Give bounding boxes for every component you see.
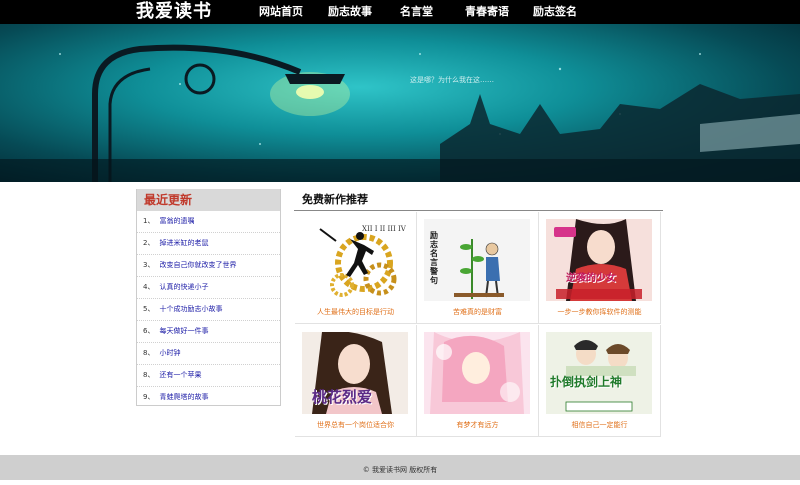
book-title[interactable]: 世界总有一个岗位适合你: [295, 420, 416, 430]
list-item[interactable]: 9、 青蛙爬塔的故事: [137, 387, 280, 408]
recent-updates-list: 1、 富翁的遗嘱 2、 掉进米缸的老鼠 3、 改变自己你就改变了世界 4、 认真的快递小…: [137, 211, 280, 408]
book-cover-image[interactable]: [424, 332, 530, 414]
item-number: 5、: [143, 305, 155, 313]
book-card[interactable]: 有梦才有远方: [417, 325, 539, 437]
book-title[interactable]: 一步一步教你挥软件的测能: [539, 307, 660, 317]
section-divider: [294, 210, 663, 211]
cover-title-vertical: 励志名言警句: [430, 231, 438, 285]
list-item[interactable]: 8、 还有一个苹果: [137, 365, 280, 387]
book-cover-image[interactable]: 扑倒执剑上神: [546, 332, 652, 414]
section-title: 免费新作推荐: [302, 193, 368, 206]
nav-quotes[interactable]: 名言堂: [400, 0, 433, 24]
page-footer: © 我爱读书网 版权所有: [0, 455, 800, 480]
item-link[interactable]: 还有一个苹果: [159, 371, 201, 379]
book-title[interactable]: 苦难真的是财富: [417, 307, 538, 317]
book-cover-image[interactable]: 逆袭的少女: [546, 219, 652, 301]
book-cover-image[interactable]: XII I II III IV: [302, 219, 408, 301]
nav-youth-messages[interactable]: 青春寄语: [465, 0, 509, 24]
nav-inspirational-stories[interactable]: 励志故事: [328, 0, 372, 24]
book-card[interactable]: 扑倒执剑上神 相信自己一定能行: [539, 325, 661, 437]
item-number: 1、: [143, 217, 155, 225]
item-link[interactable]: 认真的快递小子: [159, 283, 208, 291]
item-number: 6、: [143, 327, 155, 335]
banner-caption: 这是哪？为什么我在这……: [410, 75, 494, 84]
book-card[interactable]: XII I II III IV 人生最伟大的目标是行动: [295, 212, 417, 324]
book-cover-image[interactable]: 桃花烈爱: [302, 332, 408, 414]
list-item[interactable]: 5、 十个成功励志小故事: [137, 299, 280, 321]
item-link[interactable]: 每天做好一件事: [159, 327, 208, 335]
list-item[interactable]: 1、 富翁的遗嘱: [137, 211, 280, 233]
item-link[interactable]: 十个成功励志小故事: [159, 305, 222, 313]
book-title[interactable]: 相信自己一定能行: [539, 420, 660, 430]
book-cover-image[interactable]: 励志名言警句: [424, 219, 530, 301]
item-number: 2、: [143, 239, 155, 247]
svg-text:XII I II III IV: XII I II III IV: [362, 225, 407, 233]
recent-updates-sidebar: 最近更新 1、 富翁的遗嘱 2、 掉进米缸的老鼠 3、 改变自己你就改变了世界 4、认…: [136, 189, 281, 406]
street-lamp-illustration: 这是哪？为什么我在这……: [0, 44, 800, 182]
list-item[interactable]: 2、 掉进米缸的老鼠: [137, 233, 280, 255]
book-card[interactable]: 桃花烈爱 世界总有一个岗位适合你: [295, 325, 417, 437]
book-card[interactable]: 逆袭的少女 一步一步教你挥软件的测能: [539, 212, 661, 324]
item-number: 3、: [143, 261, 155, 269]
book-title[interactable]: 有梦才有远方: [417, 420, 538, 430]
list-item[interactable]: 3、 改变自己你就改变了世界: [137, 255, 280, 277]
book-title[interactable]: 人生最伟大的目标是行动: [295, 307, 416, 317]
cover-title: 扑倒执剑上神: [550, 375, 623, 389]
hero-banner: 这是哪？为什么我在这……: [0, 24, 800, 182]
item-link[interactable]: 富翁的遗嘱: [159, 217, 194, 225]
item-link[interactable]: 掉进米缸的老鼠: [159, 239, 208, 247]
cover-title: 桃花烈爱: [312, 388, 373, 406]
list-item[interactable]: 8、 小时钟: [137, 343, 280, 365]
item-number: 4、: [143, 283, 155, 291]
book-grid: XII I II III IV 人生最伟大的目标是行动 励志名言警句 苦难真的是…: [295, 212, 663, 437]
item-link[interactable]: 改变自己你就改变了世界: [159, 261, 236, 269]
nav-signatures[interactable]: 励志签名: [533, 0, 577, 24]
sidebar-title: 最近更新: [137, 189, 280, 211]
item-number: 9、: [143, 393, 155, 401]
book-card[interactable]: 励志名言警句 苦难真的是财富: [417, 212, 539, 324]
site-logo[interactable]: 我爱读书: [136, 0, 212, 24]
item-link[interactable]: 小时钟: [159, 349, 180, 357]
top-nav-bar: 我爱读书 网站首页 励志故事 名言堂 青春寄语 励志签名: [0, 0, 800, 24]
nav-home[interactable]: 网站首页: [259, 0, 303, 24]
item-number: 8、: [143, 371, 155, 379]
item-number: 8、: [143, 349, 155, 357]
list-item[interactable]: 6、 每天做好一件事: [137, 321, 280, 343]
item-link[interactable]: 青蛙爬塔的故事: [159, 393, 208, 401]
list-item[interactable]: 4、 认真的快递小子: [137, 277, 280, 299]
cover-title: 逆袭的少女: [566, 273, 616, 284]
